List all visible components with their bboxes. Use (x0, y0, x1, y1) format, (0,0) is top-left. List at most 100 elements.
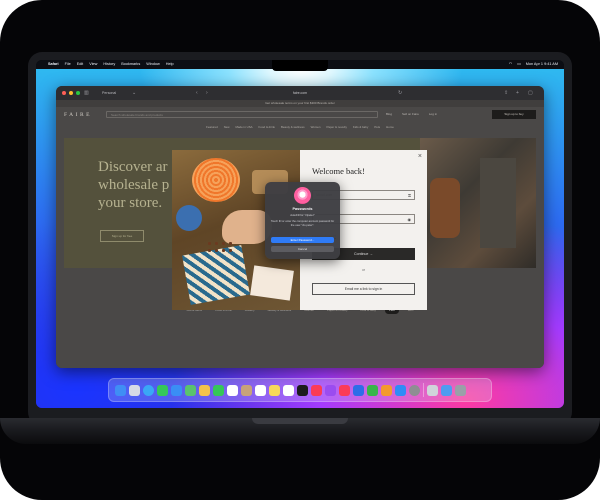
faire-logo[interactable]: FAIRE (64, 111, 92, 119)
app-store-icon[interactable] (395, 384, 406, 396)
menu-bar-status: ◠ ▭ Mon Apr 1 9:41 AM (509, 60, 558, 69)
menu-item-window[interactable]: Window (146, 60, 160, 69)
menu-item-help[interactable]: Help (166, 60, 174, 69)
menu-item-history[interactable]: History (103, 60, 115, 69)
dock-separator (423, 383, 424, 397)
hero-photo (420, 138, 536, 268)
category-link-food-drink[interactable]: Food & drink (259, 123, 275, 131)
reload-icon[interactable]: ↻ (398, 86, 402, 100)
laptop-base (0, 418, 600, 444)
hero-signup-button[interactable]: Sign up for free (100, 230, 144, 242)
podcasts-icon[interactable] (325, 384, 336, 396)
dock (108, 378, 492, 402)
sidebar-icon[interactable]: ▥ (84, 86, 89, 100)
close-window-button[interactable] (62, 91, 66, 95)
orange-dish-shape (192, 158, 240, 202)
email-link-button[interactable]: Email me a link to sign in (312, 283, 415, 295)
dialog-title: Passwords (292, 207, 313, 211)
category-link-home[interactable]: Home (386, 123, 394, 131)
menu-item-edit[interactable]: Edit (77, 60, 84, 69)
menu-bar-items: Safari File Edit View History Bookmarks Window… (42, 60, 174, 69)
cancel-button[interactable]: Cancel (271, 246, 334, 252)
header-link-log-in[interactable]: Log in (429, 111, 437, 118)
contacts-icon[interactable] (241, 384, 252, 396)
trash-icon[interactable] (455, 384, 466, 396)
share-icon[interactable]: ⇪ (504, 86, 508, 100)
finder-icon[interactable] (115, 384, 126, 396)
header-link-sell-on-faire[interactable]: Sell on Faire (402, 111, 419, 118)
dialog-message: Touch ID or enter the computer account p… (270, 220, 335, 227)
category-link-made-in-usa[interactable]: Made in USA (236, 123, 253, 131)
freeform-icon[interactable] (283, 384, 294, 396)
category-link-women[interactable]: Women (311, 123, 321, 131)
enter-password-button[interactable]: Enter Password... (271, 237, 334, 243)
calendar-icon[interactable] (227, 384, 238, 396)
laptop-lip (252, 418, 348, 424)
messages-icon[interactable] (157, 384, 168, 396)
beads-shape (206, 240, 234, 254)
maps-icon[interactable] (185, 384, 196, 396)
passwords-autofill-dialog: Passwords AutoFill for "clpeter" Touch I… (265, 182, 340, 259)
menu-bar-clock[interactable]: Mon Apr 1 9:41 AM (526, 60, 558, 69)
hero-heading: Discover ar wholesale p your store. (98, 158, 169, 212)
new-tab-icon[interactable]: + (516, 86, 519, 100)
category-link-pets[interactable]: Pets (374, 123, 380, 131)
numbers-icon[interactable] (367, 384, 378, 396)
mail-icon[interactable] (171, 384, 182, 396)
modal-title: Welcome back! (312, 166, 365, 176)
safari-icon[interactable] (143, 384, 154, 396)
hero-line-2: wholesale p (98, 177, 170, 193)
passwords-app-icon (294, 187, 311, 204)
photos-icon[interactable] (199, 384, 210, 396)
header-links: Blog Sell on Faire Log in (386, 111, 437, 118)
paper-card-shape (250, 265, 294, 301)
close-icon[interactable]: × (418, 153, 422, 161)
category-link-beauty-wellness[interactable]: Beauty & wellness (281, 123, 305, 131)
promo-banner: Get wholesale terms on your first $300 B… (56, 100, 544, 107)
profile-tab-label[interactable]: Personal (102, 86, 116, 100)
keynote-icon[interactable] (353, 384, 364, 396)
header-link-blog[interactable]: Blog (386, 111, 392, 118)
control-center-icon[interactable]: ▭ (517, 60, 521, 69)
category-link-new[interactable]: New (224, 123, 230, 131)
category-link-featured[interactable]: Featured (206, 123, 218, 131)
sign-up-button[interactable]: Sign up to buy (492, 110, 536, 119)
show-password-icon[interactable]: ◉ (408, 215, 412, 224)
site-search-input[interactable]: Search wholesale brands and products (106, 111, 378, 118)
reminders-icon[interactable] (255, 384, 266, 396)
downloads-icon[interactable] (441, 384, 452, 396)
laptop-screen: Safari File Edit View History Bookmarks Window… (36, 60, 564, 408)
person-figure (430, 178, 460, 238)
hero-line-3: your store. (98, 195, 163, 211)
launchpad-icon[interactable] (129, 384, 140, 396)
menu-item-safari[interactable]: Safari (48, 60, 59, 69)
minimize-window-button[interactable] (69, 91, 73, 95)
shelf-figure (480, 158, 516, 248)
menu-item-bookmarks[interactable]: Bookmarks (121, 60, 140, 69)
category-nav: Featured New Made in USA Food & drink Beauty… (56, 123, 544, 131)
or-divider: or (362, 268, 365, 272)
forward-icon[interactable]: › (206, 86, 208, 100)
tab-overview-icon[interactable]: ▢ (528, 86, 533, 100)
category-link-kids-baby[interactable]: Kids & baby (353, 123, 368, 131)
category-link-paper-novelty[interactable]: Paper & novelty (326, 123, 346, 131)
key-icon[interactable]: ⚿ (408, 191, 411, 200)
dialog-subtitle: AutoFill for "clpeter" (290, 213, 315, 217)
site-header: FAIRE Search wholesale brands and produc… (56, 107, 544, 123)
address-bar[interactable]: faire.com (246, 90, 354, 96)
tv-icon[interactable] (297, 384, 308, 396)
notes-icon[interactable] (269, 384, 280, 396)
news-icon[interactable] (339, 384, 350, 396)
pages-icon[interactable] (381, 384, 392, 396)
zoom-window-button[interactable] (76, 91, 80, 95)
music-icon[interactable] (311, 384, 322, 396)
menu-item-view[interactable]: View (89, 60, 97, 69)
system-settings-icon[interactable] (409, 384, 420, 396)
blue-bowl-shape (176, 205, 202, 231)
back-icon[interactable]: ‹ (196, 86, 198, 100)
menu-item-file[interactable]: File (65, 60, 71, 69)
iphone-mirroring-icon[interactable] (427, 384, 438, 396)
chevron-down-icon[interactable]: ⌄ (132, 86, 136, 100)
wifi-icon[interactable]: ◠ (509, 60, 512, 69)
facetime-icon[interactable] (213, 384, 224, 396)
